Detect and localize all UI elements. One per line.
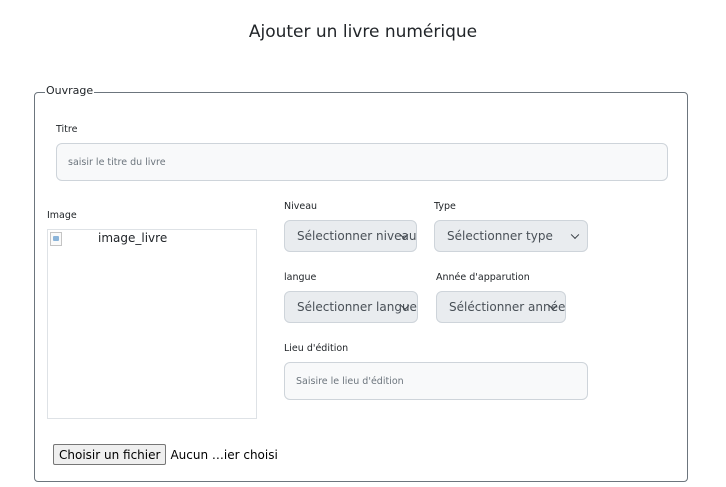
lieu-label: Lieu d'édition <box>284 343 349 354</box>
titre-label: Titre <box>56 124 78 135</box>
titre-input[interactable]: saisir le titre du livre <box>56 143 668 181</box>
image-preview: image_livre <box>47 229 257 419</box>
langue-label: langue <box>284 272 317 283</box>
ouvrage-fieldset: Ouvrage Titre saisir le titre du livre I… <box>34 84 688 482</box>
image-alt-text: image_livre <box>98 231 168 245</box>
file-status: Aucun …ier choisi <box>170 447 278 462</box>
fieldset-legend: Ouvrage <box>45 84 95 97</box>
langue-select-value: Sélectionner langue <box>297 300 417 314</box>
titre-placeholder: saisir le titre du livre <box>68 156 166 168</box>
chevron-down-icon <box>570 230 580 240</box>
image-label: Image <box>47 210 77 221</box>
lieu-placeholder: Saisire le lieu d'édition <box>296 375 404 387</box>
niveau-select-value: Sélectionner niveau <box>297 229 417 243</box>
annee-select-value: Séléctionner année <box>449 300 566 314</box>
type-select-value: Sélectionner type <box>447 229 553 243</box>
broken-image-icon <box>50 232 62 246</box>
choose-file-button[interactable]: Choisir un fichier <box>53 444 167 465</box>
niveau-label: Niveau <box>284 201 318 212</box>
page-title: Ajouter un livre numérique <box>248 22 478 42</box>
type-label: Type <box>434 201 456 212</box>
niveau-select[interactable]: Sélectionner niveau <box>284 220 417 252</box>
type-select[interactable]: Sélectionner type <box>434 220 588 252</box>
annee-select[interactable]: Séléctionner année <box>436 291 566 323</box>
langue-select[interactable]: Sélectionner langue <box>284 291 418 323</box>
lieu-input[interactable]: Saisire le lieu d'édition <box>284 362 588 400</box>
file-upload: Choisir un fichier Aucun …ier choisi <box>53 444 278 465</box>
annee-label: Année d'apparution <box>436 272 530 283</box>
